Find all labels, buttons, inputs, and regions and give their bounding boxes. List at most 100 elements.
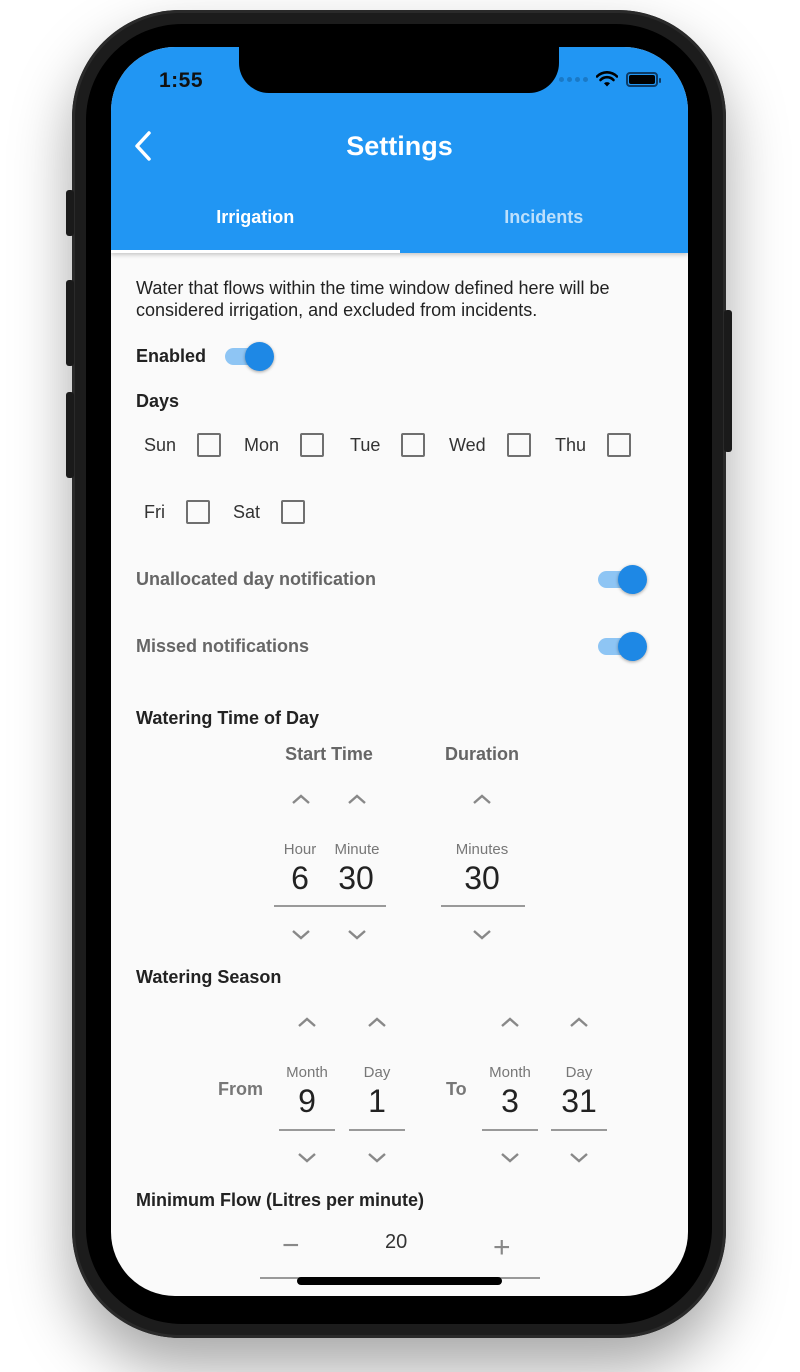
notch <box>239 47 559 93</box>
cellular-signal-icon <box>559 76 588 82</box>
day-label: Fri <box>144 501 165 522</box>
tab-incidents[interactable]: Incidents <box>400 197 689 253</box>
chevron-down-icon <box>292 930 310 940</box>
minute-increment-button[interactable] <box>346 792 368 806</box>
to-day-underline <box>551 1129 607 1131</box>
to-day-value[interactable]: 31 <box>551 1083 607 1120</box>
duration-underline <box>441 905 525 907</box>
chevron-up-icon <box>368 1017 386 1027</box>
app-bar: 1:55 Settings Irrigation Incidents <box>111 47 688 253</box>
to-month-decrement-button[interactable] <box>499 1151 521 1165</box>
unallocated-notification-label: Unallocated day notification <box>136 569 377 589</box>
flow-decrement-button[interactable]: − <box>282 1231 300 1261</box>
chevron-down-icon <box>473 930 491 940</box>
flow-value[interactable]: 20 <box>385 1231 407 1254</box>
day-wed: Wed <box>449 433 531 457</box>
from-month-value[interactable]: 9 <box>279 1083 335 1120</box>
days-label: Days <box>136 391 180 411</box>
tab-bar: Irrigation Incidents <box>111 197 688 253</box>
chevron-up-icon <box>292 794 310 804</box>
from-day-value[interactable]: 1 <box>349 1083 405 1120</box>
unallocated-notification-toggle[interactable] <box>596 564 648 594</box>
start-time-header: Start Time <box>285 744 373 764</box>
to-month-underline <box>482 1129 538 1131</box>
minute-value[interactable]: 30 <box>328 860 384 897</box>
day-thu: Thu <box>555 433 632 457</box>
day-label: Sat <box>233 501 261 522</box>
wifi-icon <box>596 71 618 87</box>
hour-increment-button[interactable] <box>290 792 312 806</box>
from-month-underline <box>279 1129 335 1131</box>
missed-notifications-toggle[interactable] <box>596 631 648 661</box>
home-indicator[interactable] <box>297 1277 502 1285</box>
watering-season-label: Watering Season <box>136 967 282 987</box>
chevron-down-icon <box>501 1153 519 1163</box>
day-label: Mon <box>244 434 280 455</box>
hour-decrement-button[interactable] <box>290 928 312 942</box>
from-day-decrement-button[interactable] <box>366 1151 388 1165</box>
from-day-label: Day <box>363 1064 391 1081</box>
day-label: Tue <box>350 434 381 455</box>
silent-switch <box>66 190 74 236</box>
day-tue: Tue <box>350 433 426 457</box>
to-day-decrement-button[interactable] <box>568 1151 590 1165</box>
day-fri: Fri <box>144 500 210 524</box>
duration-decrement-button[interactable] <box>471 928 493 942</box>
power-button <box>724 310 732 452</box>
chevron-up-icon <box>473 794 491 804</box>
day-label: Sun <box>144 434 177 455</box>
day-checkbox-wed[interactable] <box>506 433 531 457</box>
flow-increment-button[interactable]: + <box>493 1233 511 1263</box>
page-title: Settings <box>346 131 453 161</box>
screen: 1:55 Settings Irrigation Incidents Water… <box>111 47 688 1296</box>
status-icons <box>559 71 661 87</box>
duration-value[interactable]: 30 <box>454 860 510 897</box>
hour-value[interactable]: 6 <box>280 860 320 897</box>
hour-label: Hour <box>283 841 317 858</box>
duration-minutes-label: Minutes <box>455 841 509 858</box>
day-checkbox-sun[interactable] <box>197 433 222 457</box>
to-day-label: Day <box>565 1064 593 1081</box>
chevron-down-icon <box>570 1153 588 1163</box>
tab-irrigation[interactable]: Irrigation <box>111 197 400 253</box>
description-text: Water that flows within the time window … <box>136 278 610 320</box>
to-month-value[interactable]: 3 <box>482 1083 538 1120</box>
day-checkbox-sat[interactable] <box>281 500 306 524</box>
volume-up-button <box>66 280 74 366</box>
chevron-up-icon <box>348 794 366 804</box>
to-month-increment-button[interactable] <box>499 1015 521 1029</box>
day-checkbox-thu[interactable] <box>607 433 632 457</box>
day-checkbox-tue[interactable] <box>401 433 426 457</box>
enabled-toggle[interactable] <box>223 341 275 371</box>
volume-down-button <box>66 392 74 478</box>
duration-header: Duration <box>445 744 519 764</box>
status-time: 1:55 <box>159 69 204 92</box>
chevron-up-icon <box>501 1017 519 1027</box>
day-checkbox-fri[interactable] <box>186 500 210 524</box>
from-month-decrement-button[interactable] <box>296 1151 318 1165</box>
watering-time-label: Watering Time of Day <box>136 708 320 728</box>
day-sat: Sat <box>233 500 306 524</box>
day-label: Wed <box>449 434 486 455</box>
minute-decrement-button[interactable] <box>346 928 368 942</box>
battery-icon <box>626 71 661 87</box>
from-month-increment-button[interactable] <box>296 1015 318 1029</box>
to-day-increment-button[interactable] <box>568 1015 590 1029</box>
from-month-label: Month <box>286 1064 328 1081</box>
enabled-label: Enabled <box>136 346 207 366</box>
day-mon: Mon <box>244 433 325 457</box>
from-day-increment-button[interactable] <box>366 1015 388 1029</box>
from-label: From <box>218 1079 263 1099</box>
chevron-up-icon <box>570 1017 588 1027</box>
day-sun: Sun <box>144 433 222 457</box>
day-label: Thu <box>555 434 587 455</box>
duration-increment-button[interactable] <box>471 792 493 806</box>
from-day-underline <box>349 1129 405 1131</box>
minute-label: Minute <box>334 841 380 858</box>
missed-notifications-label: Missed notifications <box>136 636 310 656</box>
start-time-underline <box>274 905 386 907</box>
chevron-down-icon <box>368 1153 386 1163</box>
minimum-flow-label: Minimum Flow (Litres per minute) <box>136 1190 425 1210</box>
day-checkbox-mon[interactable] <box>300 433 325 457</box>
to-month-label: Month <box>489 1064 531 1081</box>
